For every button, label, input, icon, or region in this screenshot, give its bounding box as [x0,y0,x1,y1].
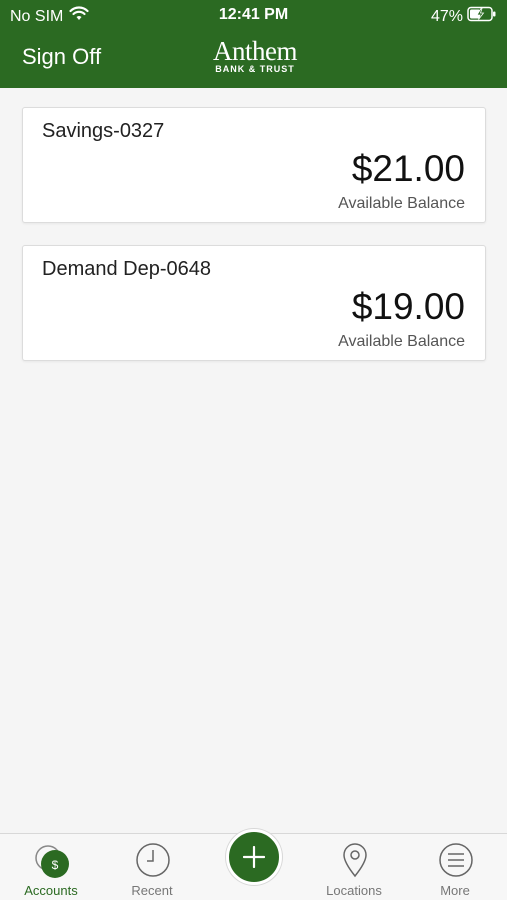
tab-label: Recent [131,883,173,898]
nav-bar: Sign Off Anthem BANK & TRUST [0,30,507,88]
tab-label: Locations [326,883,382,898]
tab-label: Accounts [24,883,78,898]
tab-recent[interactable]: Recent [102,834,202,900]
account-balance: $19.00 [351,286,465,327]
battery-charging-icon [467,6,497,27]
status-bar: No SIM 12:41 PM 47% [0,0,507,30]
account-name: Savings-0327 [42,120,165,142]
clock-icon [135,842,171,878]
bank-logo: Anthem BANK & TRUST [205,36,305,75]
battery-group: 47% [431,6,497,27]
account-card-demand-deposit[interactable]: Demand Dep-0648 $19.00 Available Balance [22,245,486,361]
svg-text:$: $ [52,858,59,872]
battery-percent: 47% [430,7,463,25]
logo-name: Anthem [213,36,298,66]
logo-sub: BANK & TRUST [215,64,295,74]
menu-icon [438,842,474,878]
account-card-savings[interactable]: Savings-0327 $21.00 Available Balance [22,107,486,223]
tab-more[interactable]: More [405,834,505,900]
tab-locations[interactable]: Locations [304,834,404,900]
location-pin-icon [337,842,373,878]
plus-icon [243,846,265,868]
balance-label: Available Balance [338,333,465,350]
add-button[interactable] [226,829,282,885]
account-balance: $21.00 [351,148,465,189]
account-name: Demand Dep-0648 [42,258,211,280]
sign-off-button[interactable]: Sign Off [22,44,101,70]
top-bar: No SIM 12:41 PM 47% Sign Off Anthem BANK… [0,0,507,88]
balance-label: Available Balance [338,195,465,212]
tab-label: More [440,883,470,898]
accounts-dollar-icon: $ [34,842,70,878]
tab-accounts[interactable]: $ Accounts [1,834,101,900]
